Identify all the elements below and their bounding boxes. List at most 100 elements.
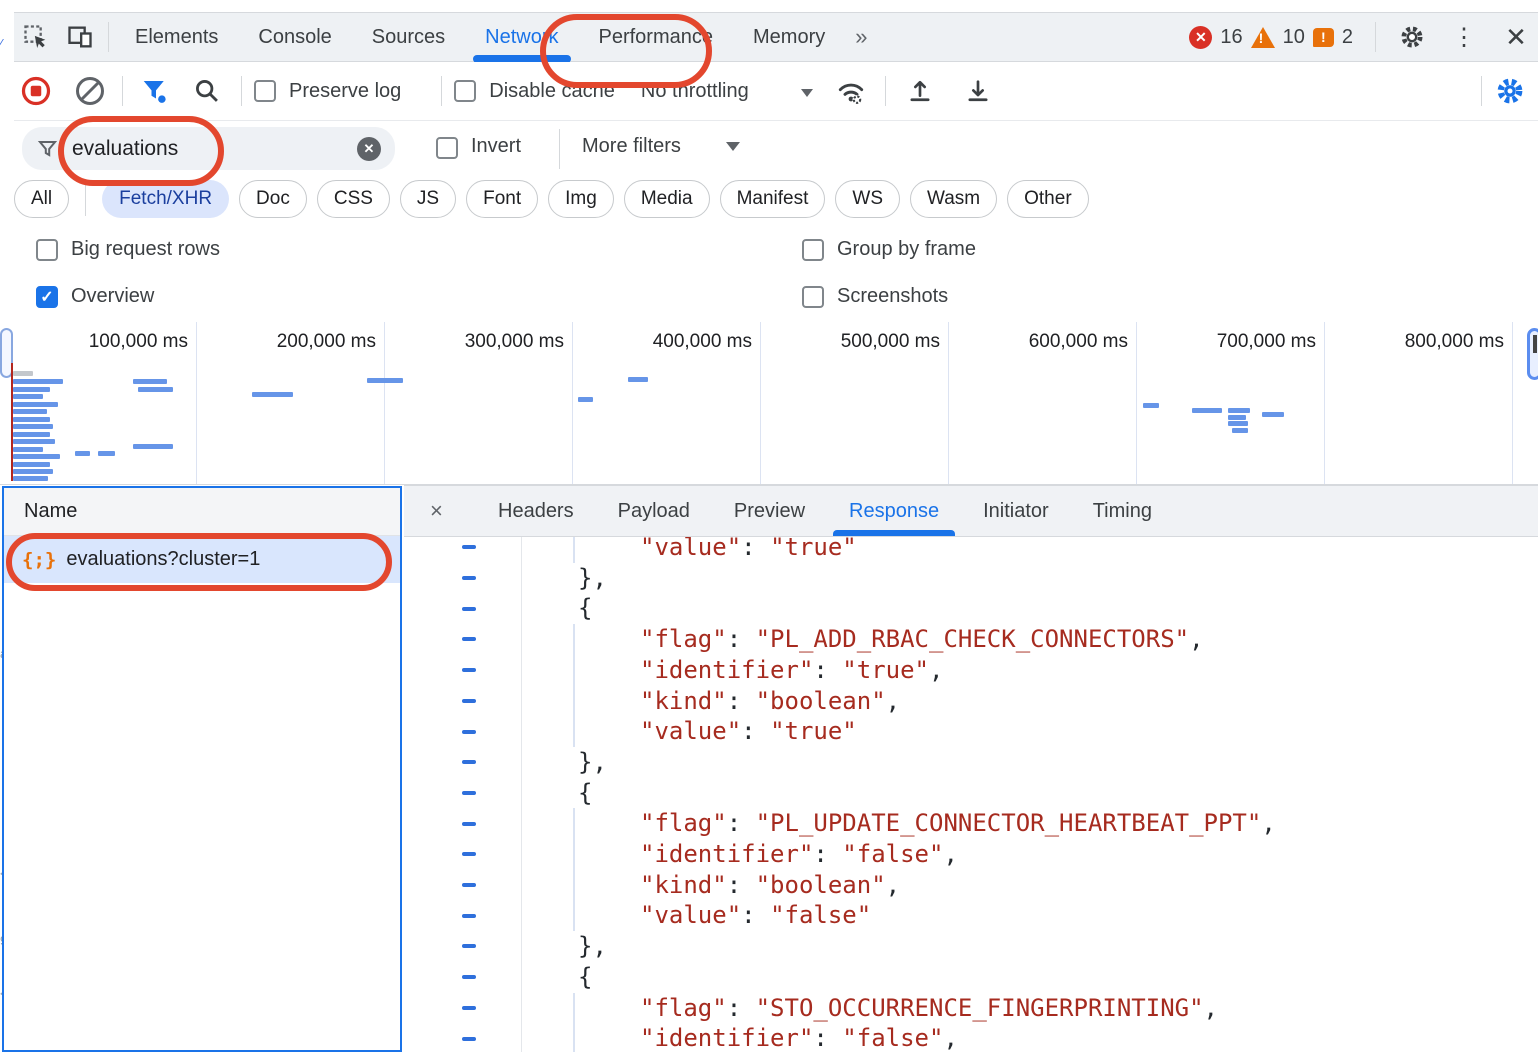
warning-badge-icon[interactable]: [1251, 27, 1275, 48]
request-type-chips: All Fetch/XHR Doc CSS JS Font Img Media Manifest…: [14, 176, 1538, 222]
divider: [108, 22, 109, 52]
network-overview-timeline[interactable]: 100,000 ms200,000 ms300,000 ms400,000 ms…: [0, 322, 1538, 485]
detail-tab-timing[interactable]: Timing: [1071, 486, 1174, 536]
request-timeline-bar: [367, 378, 403, 383]
code-fold-marker-icon[interactable]: [462, 852, 476, 856]
filter-icon[interactable]: [133, 69, 177, 113]
request-timeline-bar: [1228, 421, 1248, 426]
error-count[interactable]: 16: [1220, 26, 1242, 49]
request-row[interactable]: {;}evaluations?cluster=1: [4, 536, 400, 583]
code-fold-marker-icon[interactable]: [462, 791, 476, 795]
settings-gear-icon[interactable]: [1390, 15, 1434, 59]
request-timeline-bar: [133, 379, 167, 384]
code-fold-marker-icon[interactable]: [462, 914, 476, 918]
record-network-log-button[interactable]: [14, 69, 58, 113]
chip-media[interactable]: Media: [624, 180, 710, 218]
big-request-rows-checkbox[interactable]: [36, 239, 58, 261]
close-devtools-icon[interactable]: ✕: [1494, 15, 1538, 59]
code-fold-marker-icon[interactable]: [462, 1006, 476, 1010]
chip-manifest[interactable]: Manifest: [720, 180, 826, 218]
code-fold-marker-icon[interactable]: [462, 730, 476, 734]
chip-other[interactable]: Other: [1007, 180, 1089, 218]
tab-memory[interactable]: Memory: [733, 13, 845, 62]
request-timeline-bar: [13, 379, 63, 384]
code-fold-marker-icon[interactable]: [462, 883, 476, 887]
response-code-line: },: [578, 747, 607, 778]
device-toolbar-icon[interactable]: [58, 15, 102, 59]
close-detail-icon[interactable]: ×: [430, 498, 476, 524]
network-conditions-icon[interactable]: [829, 69, 873, 113]
throttling-caret-icon[interactable]: [801, 89, 813, 97]
code-fold-marker-icon[interactable]: [462, 975, 476, 979]
request-timeline-bar: [13, 469, 53, 474]
chip-wasm[interactable]: Wasm: [910, 180, 997, 218]
tab-performance[interactable]: Performance: [579, 13, 734, 62]
chip-fetch-xhr[interactable]: Fetch/XHR: [102, 180, 229, 218]
disable-cache-checkbox[interactable]: [454, 80, 476, 102]
code-fold-marker-icon[interactable]: [462, 576, 476, 580]
name-column-header[interactable]: Name: [4, 488, 400, 536]
chip-all[interactable]: All: [14, 180, 69, 218]
kebab-menu-icon[interactable]: ⋮: [1442, 15, 1486, 59]
warning-count[interactable]: 10: [1283, 26, 1305, 49]
code-fold-marker-icon[interactable]: [462, 637, 476, 641]
detail-tab-initiator[interactable]: Initiator: [961, 486, 1071, 536]
chip-font[interactable]: Font: [466, 180, 538, 218]
more-tabs-chevron-icon[interactable]: »: [845, 24, 874, 50]
error-badge-icon[interactable]: ✕: [1189, 26, 1212, 49]
request-timeline-bar: [252, 392, 293, 397]
issues-count[interactable]: 2: [1342, 26, 1353, 49]
clear-network-log-button[interactable]: [68, 69, 112, 113]
response-code-line: {: [578, 778, 592, 809]
chip-js[interactable]: JS: [400, 180, 456, 218]
inspect-element-icon[interactable]: [14, 15, 58, 59]
overview-right-handle[interactable]: [1527, 328, 1538, 380]
code-fold-marker-icon[interactable]: [462, 545, 476, 549]
timeline-tick-label: 700,000 ms: [1136, 331, 1316, 353]
tab-sources[interactable]: Sources: [352, 13, 465, 62]
chip-ws[interactable]: WS: [835, 180, 900, 218]
issues-badge-icon[interactable]: !: [1313, 28, 1334, 47]
group-by-frame-checkbox[interactable]: [802, 239, 824, 261]
import-har-icon[interactable]: [898, 69, 942, 113]
filter-input-pill[interactable]: ✕: [22, 127, 395, 170]
divider: [559, 129, 560, 169]
detail-tab-response[interactable]: Response: [827, 486, 961, 536]
tab-elements[interactable]: Elements: [115, 13, 238, 62]
filter-input[interactable]: [70, 136, 347, 162]
search-icon[interactable]: [185, 69, 229, 113]
export-har-icon[interactable]: [956, 69, 1000, 113]
detail-tab-preview[interactable]: Preview: [712, 486, 827, 536]
chip-img[interactable]: Img: [548, 180, 614, 218]
preserve-log-checkbox[interactable]: [254, 80, 276, 102]
code-fold-marker-icon[interactable]: [462, 944, 476, 948]
timeline-tick-label: 800,000 ms: [1324, 331, 1504, 353]
code-fold-marker-icon[interactable]: [462, 607, 476, 611]
clear-filter-icon[interactable]: ✕: [357, 137, 381, 161]
tab-network[interactable]: Network: [465, 13, 578, 62]
request-timeline-bar: [13, 424, 53, 429]
more-filters-button[interactable]: More filters: [582, 135, 681, 158]
detail-tab-headers[interactable]: Headers: [476, 486, 596, 536]
more-filters-caret-icon[interactable]: [726, 142, 740, 151]
code-fold-marker-icon[interactable]: [462, 699, 476, 703]
code-fold-marker-icon[interactable]: [462, 822, 476, 826]
code-fold-marker-icon[interactable]: [462, 760, 476, 764]
throttling-select[interactable]: No throttling: [641, 80, 749, 103]
timeline-tick-label: 600,000 ms: [948, 331, 1128, 353]
indent-guide: [573, 537, 575, 563]
group-by-frame-label: Group by frame: [837, 238, 976, 261]
response-body-viewer[interactable]: "value": "true"},{"flag": "PL_ADD_RBAC_C…: [404, 537, 1538, 1052]
network-settings-gear-icon[interactable]: [1488, 69, 1532, 113]
tab-console[interactable]: Console: [238, 13, 351, 62]
detail-tab-payload[interactable]: Payload: [596, 486, 712, 536]
overview-checkbox[interactable]: [36, 286, 58, 308]
chip-doc[interactable]: Doc: [239, 180, 307, 218]
code-fold-marker-icon[interactable]: [462, 668, 476, 672]
chip-css[interactable]: CSS: [317, 180, 390, 218]
devtools-window: ∕ a < 9 < ElementsConsoleSourcesNetworkP…: [0, 0, 1538, 1052]
invert-checkbox[interactable]: [436, 137, 458, 159]
code-fold-marker-icon[interactable]: [462, 1037, 476, 1041]
screenshots-checkbox[interactable]: [802, 286, 824, 308]
response-code-line: "value": "true": [640, 537, 857, 563]
